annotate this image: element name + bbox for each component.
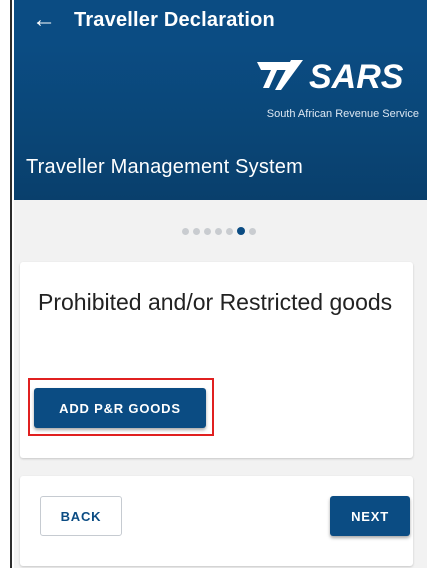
add-pr-goods-button[interactable]: ADD P&R GOODS — [34, 388, 206, 428]
page-dot — [214, 227, 222, 235]
app-bar: ← Traveller Declaration — [14, 0, 427, 44]
next-button[interactable]: NEXT — [330, 496, 410, 536]
app-bar-title: Traveller Declaration — [74, 8, 275, 31]
section-title: Prohibited and/or Restricted goods — [38, 289, 393, 315]
page-indicator — [14, 224, 427, 238]
sars-tagline: South African Revenue Service — [266, 108, 419, 120]
page-dot-active — [236, 227, 245, 235]
app-screen: ← Traveller Declaration SARS South Afric… — [14, 0, 427, 568]
banner-heading: Traveller Management System — [26, 156, 303, 178]
sars-logo-text: SARS — [309, 58, 404, 94]
page-dot — [192, 227, 200, 235]
navigation-card: BACK NEXT — [20, 476, 413, 566]
goods-card: Prohibited and/or Restricted goods ADD P… — [20, 262, 413, 458]
window-frame-left — [0, 0, 12, 568]
arrow-left-icon[interactable]: ← — [14, 0, 74, 44]
page-dot — [181, 227, 189, 235]
sars-banner: SARS South African Revenue Service Trave… — [14, 44, 427, 200]
page-dot — [225, 227, 233, 235]
page-dot — [203, 227, 211, 235]
sars-logo: SARS — [257, 58, 404, 94]
page-dot — [248, 227, 256, 235]
back-button[interactable]: BACK — [40, 496, 122, 536]
